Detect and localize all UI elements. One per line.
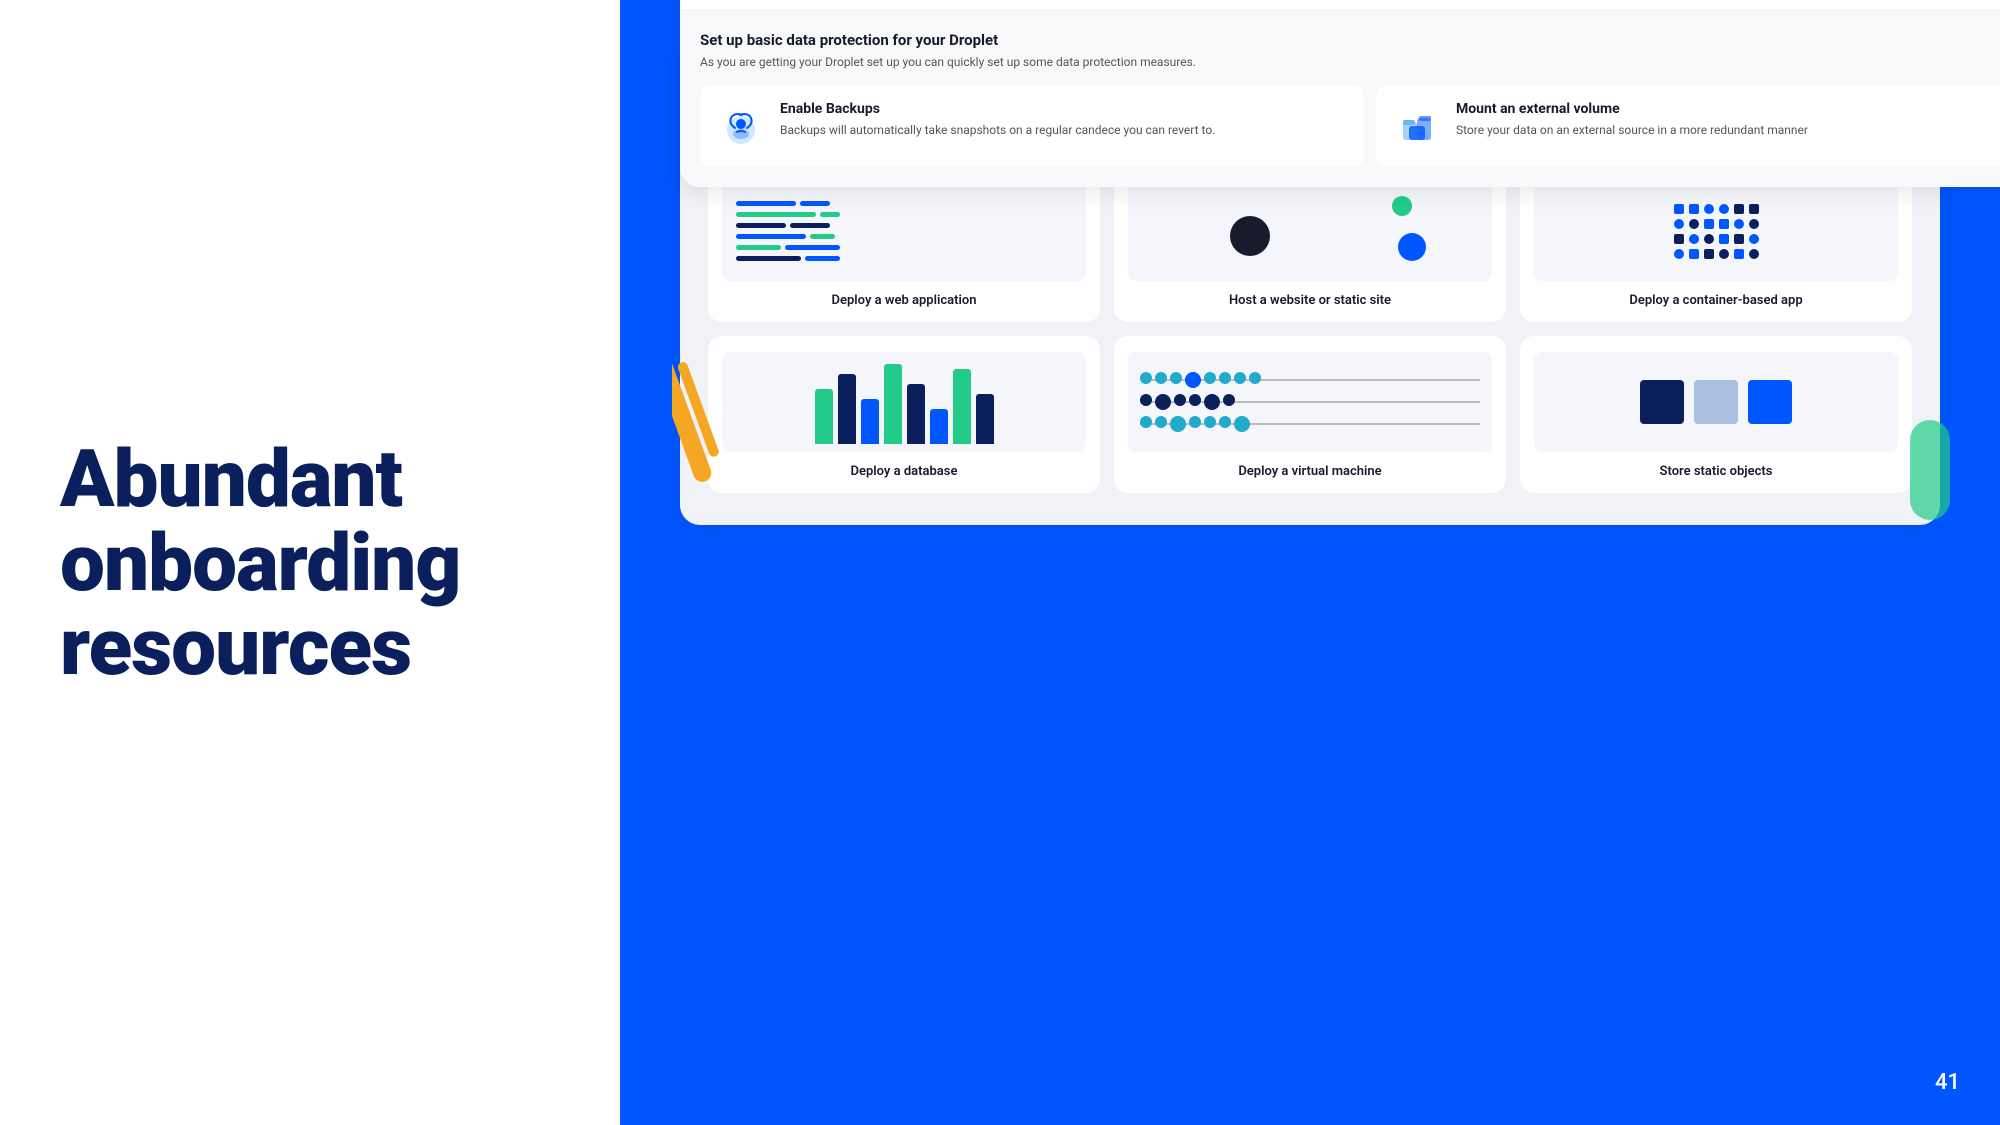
dp-option-backups[interactable]: Enable Backups Backups will automaticall… — [700, 85, 1364, 167]
data-protection-header: Set up basic data protection for your Dr… — [700, 31, 2000, 49]
card-host-website[interactable]: Host a website or static site — [1114, 165, 1506, 322]
webapp-visual — [722, 191, 1086, 271]
card-visual-webapp — [722, 181, 1086, 281]
website-visual — [1128, 181, 1492, 281]
accent-diagonal — [672, 340, 732, 540]
obj-mid — [1694, 380, 1738, 424]
card-visual-website — [1128, 181, 1492, 281]
card-deploy-database[interactable]: Deploy a database — [708, 336, 1100, 493]
main-headline: Abundant onboarding resources — [60, 437, 460, 689]
backups-icon — [716, 101, 766, 151]
card-label-objects: Store static objects — [1660, 464, 1773, 479]
volume-icon — [1392, 101, 1442, 151]
objects-visual — [1630, 370, 1802, 434]
droplet-header: DropletHostName IPA.DDR.ESS.ES Get start… — [680, 0, 2000, 11]
card-label-webapp: Deploy a web application — [832, 293, 977, 308]
volume-title: Mount an external volume — [1456, 101, 1808, 117]
accent-green — [1910, 420, 1950, 520]
volume-content: Mount an external volume Store your data… — [1456, 101, 1808, 139]
card-label-database: Deploy a database — [851, 464, 958, 479]
dp-subtitle: As you are getting your Droplet set up y… — [700, 55, 2000, 69]
obj-dark — [1640, 380, 1684, 424]
dp-options: Enable Backups Backups will automaticall… — [700, 85, 2000, 167]
circle-med — [1392, 196, 1412, 216]
card-visual-objects — [1534, 352, 1898, 452]
circle-big — [1230, 216, 1270, 256]
card-deploy-web-app[interactable]: Deploy a web application — [708, 165, 1100, 322]
dp-option-volume[interactable]: Mount an external volume Store your data… — [1376, 85, 2000, 167]
right-panel: 41 Welcome to DigitalOcean, let's get st… — [620, 0, 2000, 1125]
volume-desc: Store your data on an external source in… — [1456, 121, 1808, 139]
card-visual-database — [722, 352, 1086, 452]
container-visual — [1664, 194, 1769, 269]
left-panel: Abundant onboarding resources — [0, 0, 620, 1125]
card-label-container: Deploy a container-based app — [1629, 293, 1802, 308]
droplet-body: Set up basic data protection for your Dr… — [680, 11, 2000, 187]
card-label-website: Host a website or static site — [1229, 293, 1391, 308]
card-container-app[interactable]: Deploy a container-based app — [1520, 165, 1912, 322]
card-store-objects[interactable]: Store static objects — [1520, 336, 1912, 493]
dp-title: Set up basic data protection for your Dr… — [700, 31, 998, 49]
card-visual-vm — [1128, 352, 1492, 452]
database-visual — [803, 352, 1006, 452]
backups-title: Enable Backups — [780, 101, 1215, 117]
page-number: 41 — [1935, 1070, 1960, 1095]
backups-content: Enable Backups Backups will automaticall… — [780, 101, 1215, 139]
vm-visual — [1128, 361, 1492, 443]
obj-blue — [1748, 380, 1792, 424]
card-label-vm: Deploy a virtual machine — [1238, 464, 1381, 479]
circle-blue — [1398, 233, 1426, 261]
card-deploy-vm[interactable]: Deploy a virtual machine — [1114, 336, 1506, 493]
droplet-card: DropletHostName IPA.DDR.ESS.ES Get start… — [680, 0, 2000, 187]
backups-desc: Backups will automatically take snapshot… — [780, 121, 1215, 139]
solutions-grid: Deploy a web application Host a website … — [708, 165, 1912, 493]
card-visual-container — [1534, 181, 1898, 281]
